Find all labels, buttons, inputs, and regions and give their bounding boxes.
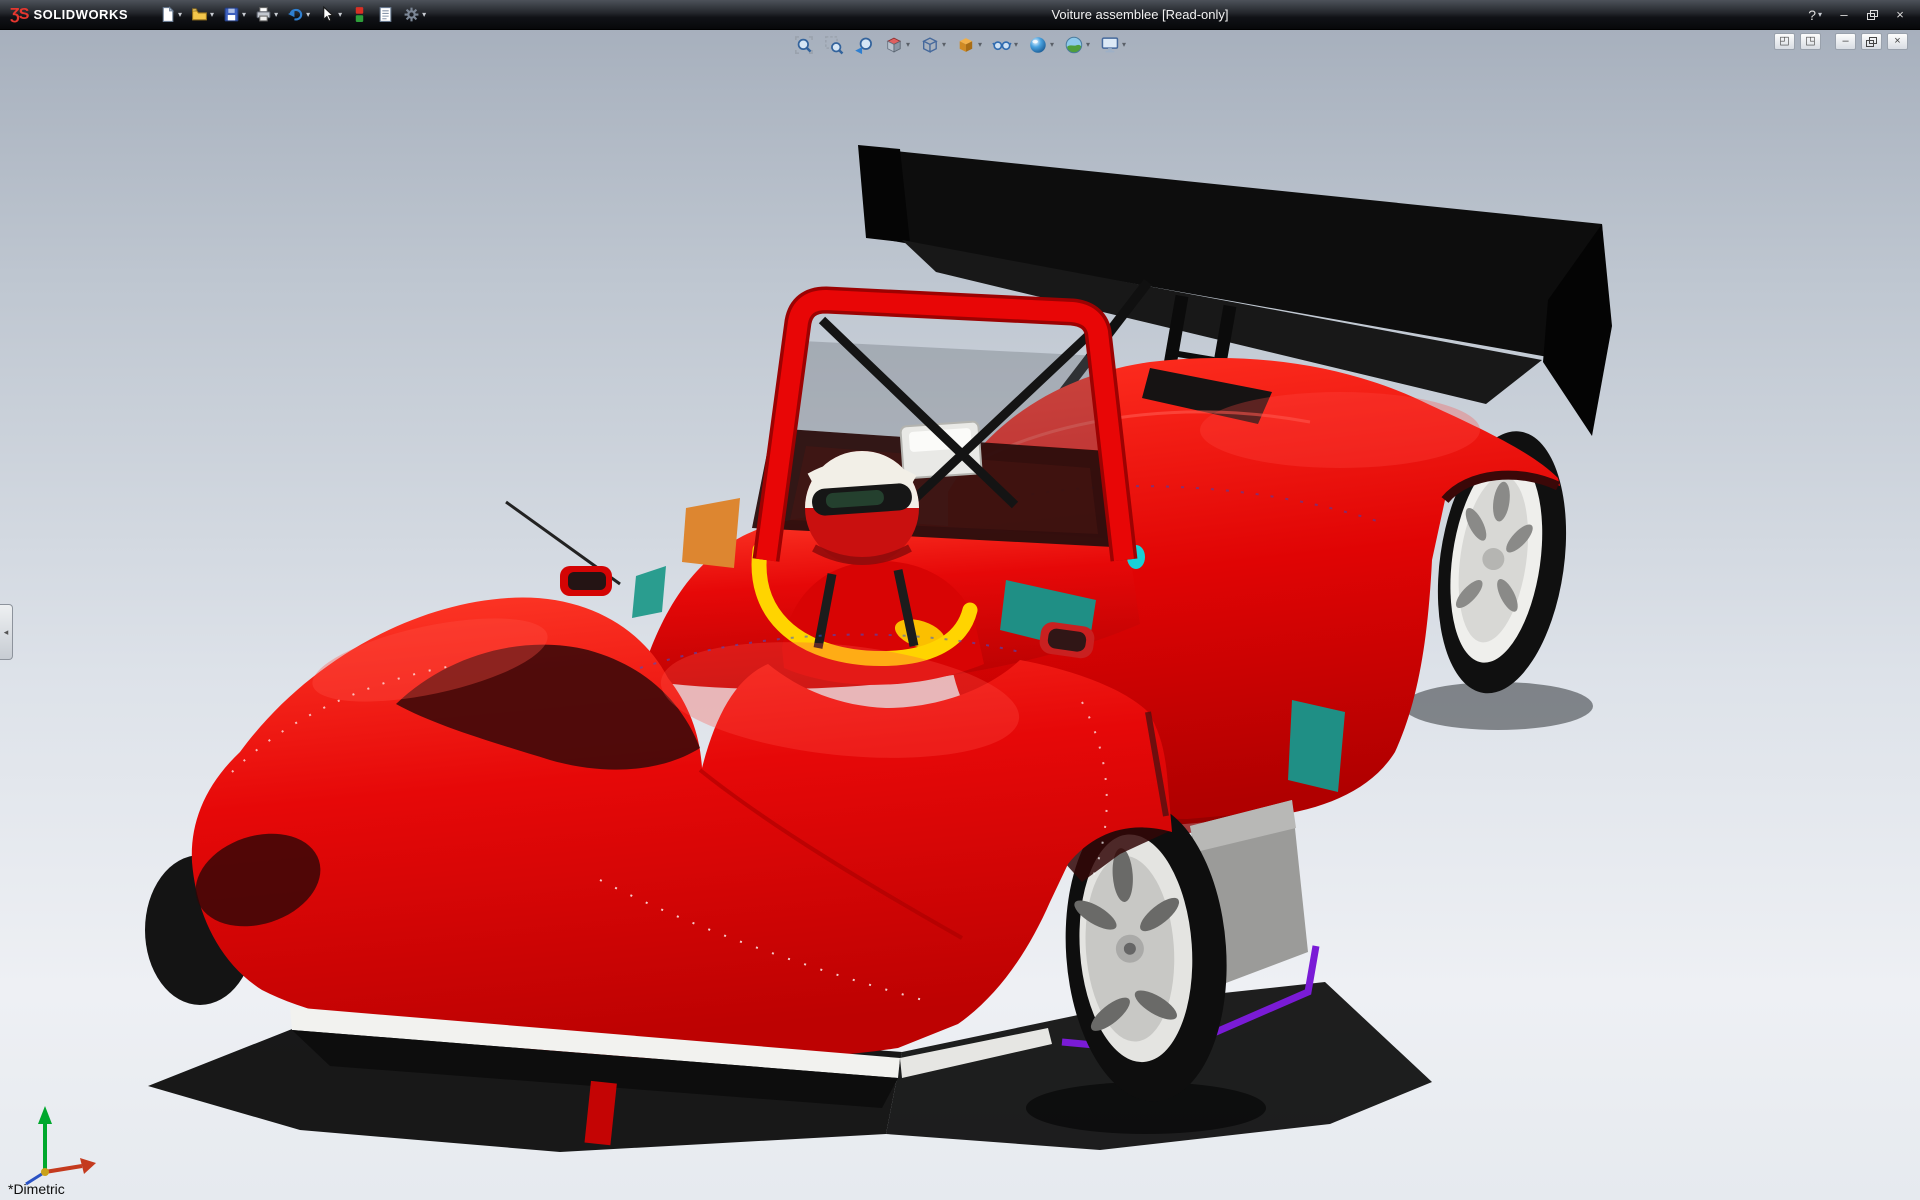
select-icon xyxy=(319,6,336,23)
dropdown-caret: ▾ xyxy=(942,41,946,49)
display-style-button[interactable]: ▾ xyxy=(953,33,985,57)
dropdown-caret: ▾ xyxy=(1818,11,1822,19)
helmet xyxy=(805,451,919,565)
hide-show-items-icon xyxy=(992,35,1012,55)
dropdown-caret: ▾ xyxy=(210,11,214,19)
new-document-icon xyxy=(159,6,176,23)
select-button[interactable]: ▾ xyxy=(316,4,345,25)
dropdown-caret: ▾ xyxy=(274,11,278,19)
pane-toggle-right-button[interactable]: ◳ xyxy=(1800,33,1821,50)
previous-view-icon xyxy=(854,35,874,55)
undo-button[interactable]: ▾ xyxy=(284,4,313,25)
heads-up-view-toolbar: ▾ ▾ ▾ ▾ ▾ ▾ ▾ xyxy=(791,33,1129,57)
view-orientation-label: *Dimetric xyxy=(8,1181,65,1197)
display-style-icon xyxy=(956,35,976,55)
view-settings-icon xyxy=(1100,35,1120,55)
cockpit-panel-teal-left xyxy=(632,566,666,618)
dropdown-caret: ▾ xyxy=(242,11,246,19)
print-icon xyxy=(255,6,272,23)
featuremanager-collapsed-tab[interactable]: ◂ xyxy=(0,604,13,660)
orientation-triad xyxy=(26,1106,96,1184)
minimize-icon: – xyxy=(1840,8,1847,21)
view-orientation-icon xyxy=(920,35,940,55)
edit-appearance-button[interactable]: ▾ xyxy=(1025,33,1057,57)
hide-show-items-button[interactable]: ▾ xyxy=(989,33,1021,57)
doc-close-button[interactable]: × xyxy=(1887,33,1908,50)
pane-toggle-right-icon: ◳ xyxy=(1805,36,1815,47)
rebuild-icon xyxy=(351,6,368,23)
doc-minimize-button[interactable]: – xyxy=(1835,33,1856,50)
close-button[interactable]: × xyxy=(1888,6,1912,24)
restore-button[interactable] xyxy=(1860,6,1884,24)
zoom-to-fit-icon xyxy=(794,35,814,55)
print-button[interactable]: ▾ xyxy=(252,4,281,25)
dropdown-caret: ▾ xyxy=(422,11,426,19)
dropdown-caret: ▾ xyxy=(1014,41,1018,49)
edit-appearance-icon xyxy=(1028,35,1048,55)
dropdown-caret: ▾ xyxy=(306,11,310,19)
window-controls: – × xyxy=(1832,6,1912,24)
rebuild-button[interactable] xyxy=(348,4,371,25)
dropdown-caret: ▾ xyxy=(1122,41,1126,49)
close-icon: × xyxy=(1896,8,1904,21)
document-window-controls: ◰◳ –× xyxy=(1774,33,1908,50)
save-button[interactable]: ▾ xyxy=(220,4,249,25)
dropdown-caret: ▾ xyxy=(906,41,910,49)
doc-window-buttons: –× xyxy=(1835,33,1908,50)
dropdown-caret: ▾ xyxy=(178,11,182,19)
title-bar: ƷS SOLIDWORKS ▾ ▾ ▾ ▾ ▾ ▾ xyxy=(0,0,1920,30)
file-toolbar: ▾ ▾ ▾ ▾ ▾ ▾ xyxy=(156,4,429,25)
pane-toggles: ◰◳ xyxy=(1774,33,1821,50)
3d-viewport[interactable] xyxy=(0,0,1920,1200)
apply-scene-icon xyxy=(1064,35,1084,55)
dropdown-caret: ▾ xyxy=(338,11,342,19)
side-window-teal xyxy=(1288,700,1345,792)
apply-scene-button[interactable]: ▾ xyxy=(1061,33,1093,57)
doc-restore-icon xyxy=(1866,37,1877,47)
restore-icon xyxy=(1867,10,1878,20)
dropdown-caret: ▾ xyxy=(1050,41,1054,49)
solidworks-logo-text: SOLIDWORKS xyxy=(33,7,128,22)
pane-toggle-left-button[interactable]: ◰ xyxy=(1774,33,1795,50)
zoom-to-fit-button[interactable] xyxy=(791,33,817,57)
view-orientation-button[interactable]: ▾ xyxy=(917,33,949,57)
pane-toggle-left-icon: ◰ xyxy=(1779,36,1789,47)
dropdown-caret: ▾ xyxy=(978,41,982,49)
undo-icon xyxy=(287,6,304,23)
file-properties-icon xyxy=(377,6,394,23)
view-settings-button[interactable]: ▾ xyxy=(1097,33,1129,57)
previous-view-button[interactable] xyxy=(851,33,877,57)
open-button[interactable]: ▾ xyxy=(188,4,217,25)
solidworks-logo-icon: ƷS xyxy=(10,6,28,24)
zoom-to-area-icon xyxy=(824,35,844,55)
cockpit-pad-orange xyxy=(682,498,740,568)
help-button[interactable]: ? ▾ xyxy=(1808,8,1822,22)
minimize-button[interactable]: – xyxy=(1832,6,1856,24)
options-icon xyxy=(403,6,420,23)
window-title: Voiture assemblee [Read-only] xyxy=(1051,7,1228,22)
zoom-to-area-button[interactable] xyxy=(821,33,847,57)
doc-close-icon: × xyxy=(1894,36,1900,47)
open-icon xyxy=(191,6,208,23)
options-button[interactable]: ▾ xyxy=(400,4,429,25)
doc-restore-button[interactable] xyxy=(1861,33,1882,50)
help-icon: ? xyxy=(1808,8,1816,22)
new-document-button[interactable]: ▾ xyxy=(156,4,185,25)
dropdown-caret: ▾ xyxy=(1086,41,1090,49)
save-icon xyxy=(223,6,240,23)
file-properties-button[interactable] xyxy=(374,4,397,25)
section-view-icon xyxy=(884,35,904,55)
doc-minimize-icon: – xyxy=(1842,36,1848,47)
solidworks-logo: ƷS SOLIDWORKS xyxy=(0,6,128,24)
car-body-front[interactable] xyxy=(184,598,1172,1061)
section-view-button[interactable]: ▾ xyxy=(881,33,913,57)
